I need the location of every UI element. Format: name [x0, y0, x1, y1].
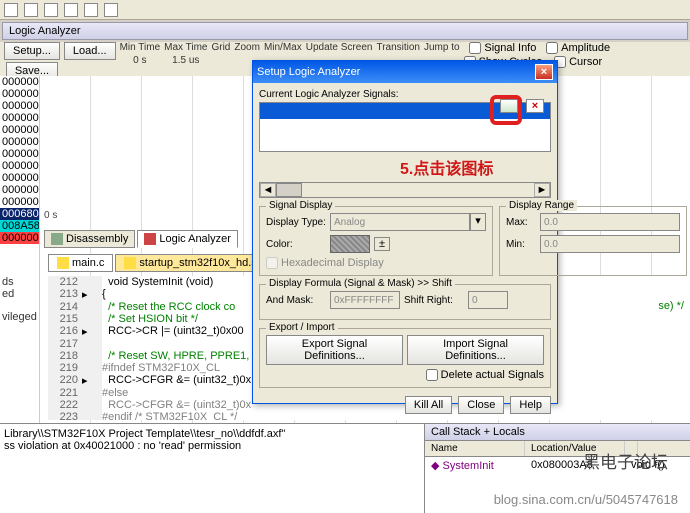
dialog-close-button[interactable]: ×	[535, 64, 553, 80]
callstack-title: Call Stack + Locals	[425, 424, 690, 441]
config-icon[interactable]	[104, 3, 118, 17]
output-pane[interactable]: Library\\STM32F10X Project Template\\tes…	[0, 424, 425, 513]
editor-tabs: main.c startup_stm32f10x_hd.s	[48, 254, 266, 272]
color-swatch[interactable]	[330, 235, 370, 253]
logic-analyzer-tab[interactable]: Logic Analyzer	[137, 230, 238, 248]
left-info: dsedvileged	[2, 276, 37, 323]
maxtime-label: Max Time	[164, 42, 207, 53]
stop-icon[interactable]	[84, 3, 98, 17]
address-column: 0000000000000000000000000000000000000000…	[0, 76, 40, 436]
startup-tab[interactable]: startup_stm32f10x_hd.s	[115, 254, 265, 272]
amplitude-check[interactable]: Amplitude	[546, 42, 610, 54]
zoom-label: Zoom	[234, 42, 260, 53]
cursor-check[interactable]: Cursor	[554, 56, 602, 68]
combo-arrow-icon[interactable]: ▾	[470, 213, 486, 231]
disassembly-tab[interactable]: Disassembly	[44, 230, 135, 248]
scroll-right-button[interactable]: ►	[534, 183, 550, 197]
jumpto-label: Jump to	[424, 42, 460, 53]
killall-button[interactable]: Kill All	[405, 396, 452, 414]
displaytype-combo[interactable]	[330, 213, 470, 231]
signal-display-group: Signal Display Display Type: ▾ Color: ± …	[259, 206, 493, 276]
step-icon[interactable]	[44, 3, 58, 17]
dialog-title: Setup Logic Analyzer	[257, 66, 360, 78]
color-label: Color:	[266, 239, 326, 250]
andmask-label: And Mask:	[266, 295, 326, 306]
maxtime-val: 1.5 us	[172, 55, 199, 66]
update-label: Update Screen	[306, 42, 373, 53]
disasm-icon	[51, 233, 63, 245]
asm-file-icon	[124, 257, 136, 269]
min-input[interactable]	[540, 235, 680, 253]
signalinfo-check[interactable]: Signal Info	[469, 42, 536, 54]
export-import-group: Export / Import Export Signal Definition…	[259, 328, 551, 388]
c-file-icon	[57, 257, 69, 269]
color-arrow-icon[interactable]: ±	[374, 237, 390, 251]
code-hint: se) */	[658, 300, 684, 312]
setup-button[interactable]: Setup...	[4, 42, 60, 60]
run-icon[interactable]	[64, 3, 78, 17]
curly-icon[interactable]	[4, 3, 18, 17]
dialog-titlebar[interactable]: Setup Logic Analyzer ×	[253, 61, 557, 83]
hand-icon[interactable]	[24, 3, 38, 17]
delete-signal-button[interactable]: ×	[526, 99, 544, 113]
formula-group: Display Formula (Signal & Mask) >> Shift…	[259, 284, 551, 320]
output-line: ss violation at 0x40021000 : no 'read' p…	[4, 440, 420, 452]
mainc-tab[interactable]: main.c	[48, 254, 113, 272]
transition-label: Transition	[376, 42, 420, 53]
minmax-label: Min/Max	[264, 42, 302, 53]
la-icon	[144, 233, 156, 245]
output-line: Library\\STM32F10X Project Template\\tes…	[4, 428, 420, 440]
displaytype-label: Display Type:	[266, 217, 326, 228]
close-button[interactable]: Close	[458, 396, 504, 414]
watermark-url: blog.sina.com.cn/u/5045747618	[494, 492, 678, 507]
main-toolbar	[0, 0, 690, 20]
max-input[interactable]	[540, 213, 680, 231]
help-button[interactable]: Help	[510, 396, 551, 414]
signals-listbox[interactable]: × 5.点击该图标	[259, 102, 551, 152]
andmask-input[interactable]	[330, 291, 400, 309]
watermark-cn: 黑电子论坛	[583, 448, 668, 473]
display-range-group: Display Range Max: Min:	[499, 206, 687, 276]
delete-actual-check[interactable]: Delete actual Signals	[266, 369, 544, 381]
min-label: Min:	[506, 239, 536, 250]
load-button[interactable]: Load...	[64, 42, 116, 60]
setup-dialog: Setup Logic Analyzer × Current Logic Ana…	[252, 60, 558, 404]
import-button[interactable]: Import Signal Definitions...	[407, 335, 544, 365]
grid-label: Grid	[211, 42, 230, 53]
panel-title: Logic Analyzer	[2, 22, 688, 40]
annotation-text: 5.点击该图标	[400, 155, 493, 179]
annotation-highlight	[490, 95, 522, 125]
scroll-left-button[interactable]: ◄	[260, 183, 276, 197]
scroll-thumb[interactable]	[276, 183, 302, 197]
shiftright-label: Shift Right:	[404, 295, 464, 306]
export-button[interactable]: Export Signal Definitions...	[266, 335, 403, 365]
mintime-val: 0 s	[133, 55, 146, 66]
hex-display-check[interactable]: Hexadecimal Display	[266, 257, 486, 269]
max-label: Max:	[506, 217, 536, 228]
time-axis-start: 0 s	[44, 210, 57, 221]
view-tabs: Disassembly Logic Analyzer	[44, 230, 238, 248]
shiftright-input[interactable]	[468, 291, 508, 309]
mintime-label: Min Time	[120, 42, 161, 53]
h-scrollbar[interactable]: ◄ ►	[259, 182, 551, 198]
